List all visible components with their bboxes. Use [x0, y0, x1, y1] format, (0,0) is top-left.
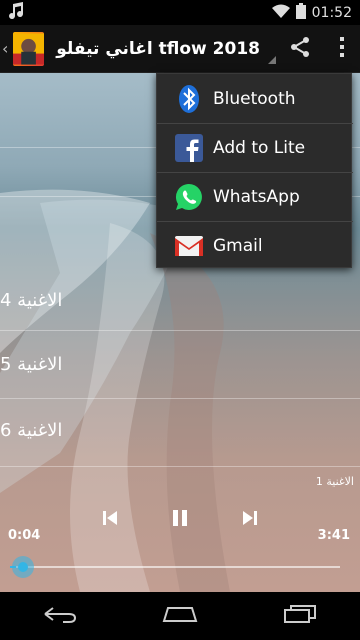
pause-button[interactable]: [165, 505, 195, 535]
previous-button[interactable]: [95, 505, 125, 535]
recents-button[interactable]: [270, 592, 330, 640]
total-time: 3:41: [317, 528, 350, 543]
status-bar: 01:52: [0, 0, 360, 25]
recents-icon: [283, 604, 317, 628]
overflow-menu-button[interactable]: [324, 25, 360, 73]
action-bar: ‹ اغاني تيفلو tflow 2018: [0, 25, 360, 73]
player-controls: [0, 505, 360, 535]
song-label: الاغنية 4: [0, 289, 63, 311]
next-button[interactable]: [235, 505, 265, 535]
list-divider: [0, 398, 360, 399]
share-item-whatsapp[interactable]: WhatsApp: [157, 172, 353, 221]
share-item-label: Gmail: [213, 235, 263, 256]
status-time: 01:52: [311, 4, 352, 21]
now-playing-title: الاغنية 1: [315, 475, 354, 488]
wifi-icon: [271, 4, 290, 22]
list-divider: [0, 330, 360, 331]
whatsapp-icon: [173, 181, 205, 213]
title-spinner-caret: [268, 56, 276, 64]
share-item-add-to-lite[interactable]: Add to Lite: [157, 123, 353, 172]
elapsed-time: 0:04: [8, 528, 41, 543]
share-icon: [289, 36, 311, 62]
chevron-left-icon[interactable]: ‹: [2, 39, 11, 58]
share-item-bluetooth[interactable]: Bluetooth: [157, 74, 353, 123]
song-item-5[interactable]: الاغنية 5: [0, 334, 360, 394]
home-icon: [162, 606, 198, 626]
back-button[interactable]: [30, 592, 90, 640]
gmail-icon: [173, 230, 205, 262]
share-button[interactable]: [276, 25, 324, 73]
share-item-label: WhatsApp: [213, 186, 300, 207]
share-item-label: Bluetooth: [213, 88, 296, 109]
share-item-gmail[interactable]: Gmail: [157, 221, 353, 270]
seek-thumb[interactable]: [12, 556, 34, 578]
navigation-bar: [0, 592, 360, 640]
song-label: الاغنية 5: [0, 353, 63, 375]
song-item-4[interactable]: الاغنية 4: [0, 270, 360, 330]
battery-icon: [295, 2, 306, 23]
skip-previous-icon: [102, 510, 118, 530]
app-title: اغاني تيفلو tflow 2018: [56, 38, 260, 59]
skip-next-icon: [242, 510, 258, 530]
song-label: الاغنية 6: [0, 419, 63, 441]
pause-icon: [171, 509, 189, 531]
app-logo[interactable]: [13, 31, 45, 66]
music-note-icon: [8, 1, 24, 24]
seek-bar[interactable]: [10, 566, 340, 568]
list-divider: [0, 466, 360, 467]
share-item-label: Add to Lite: [213, 137, 306, 158]
song-item-6[interactable]: الاغنية 6: [0, 400, 360, 460]
share-menu: Bluetooth Add to Lite WhatsApp Gmail: [156, 73, 353, 270]
back-arrow-icon: [43, 605, 77, 627]
facebook-icon: [173, 132, 205, 164]
more-vertical-icon: [339, 36, 345, 62]
bluetooth-icon: [173, 83, 205, 115]
home-button[interactable]: [150, 592, 210, 640]
